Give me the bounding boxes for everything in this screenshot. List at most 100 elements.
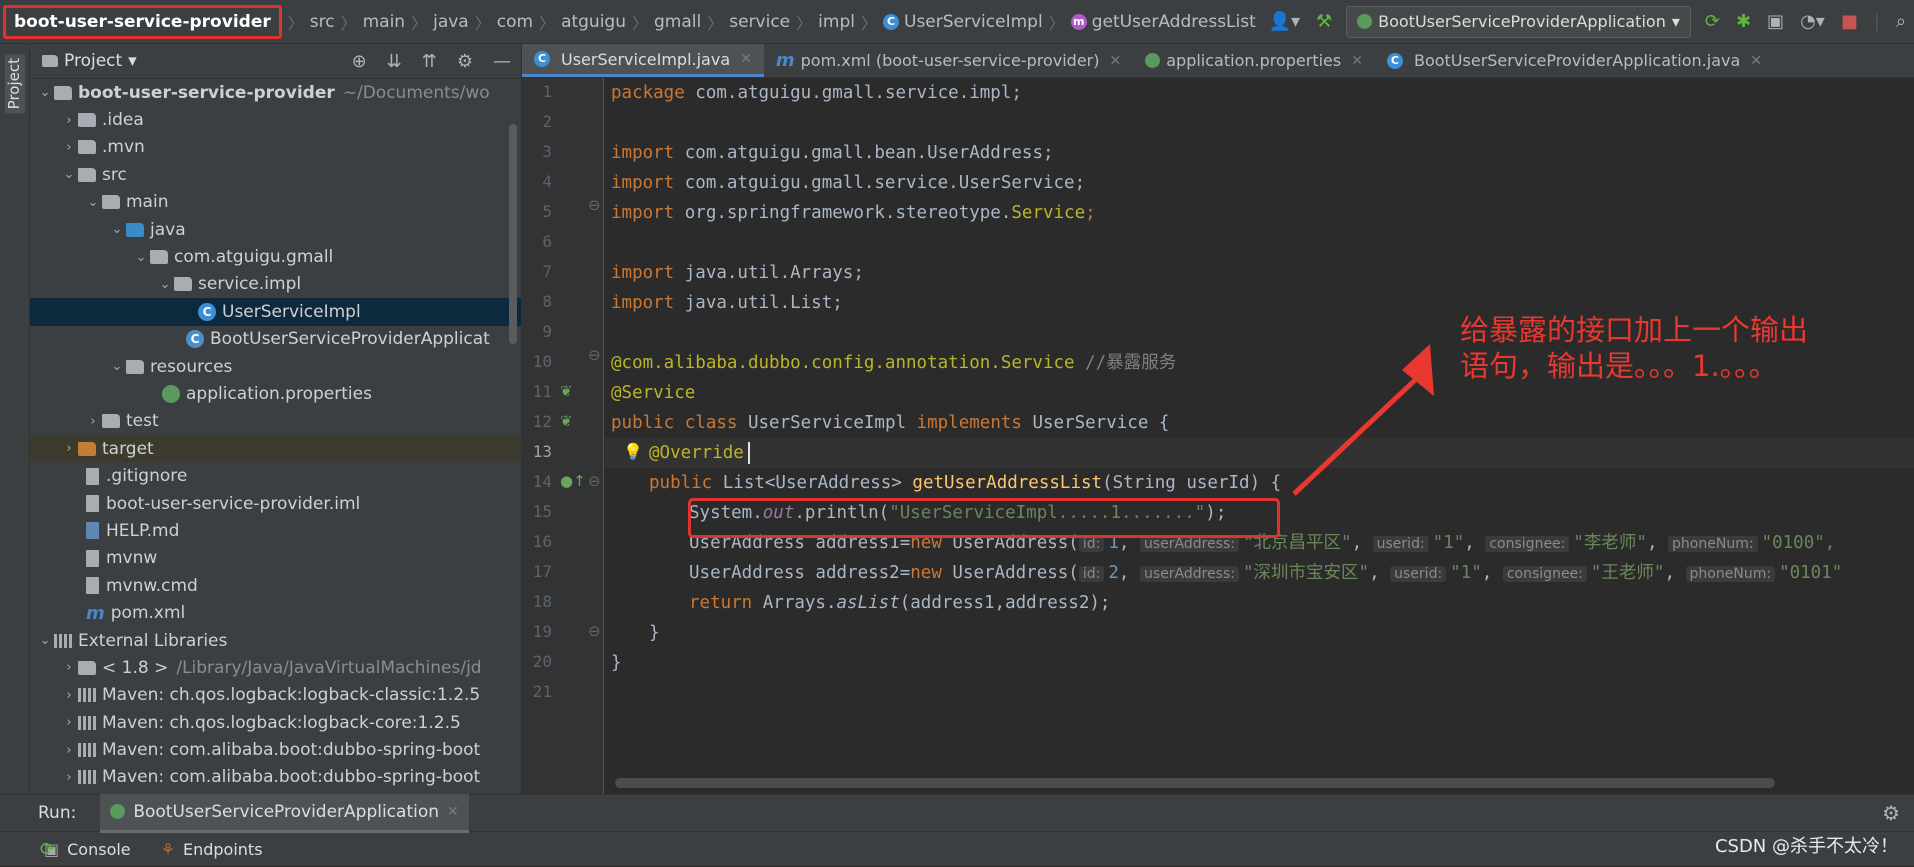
breadcrumb-src[interactable]: src bbox=[310, 12, 335, 32]
breadcrumb-class[interactable]: UserServiceImpl bbox=[904, 12, 1043, 32]
tree-item[interactable]: application.properties bbox=[30, 380, 521, 407]
chevron-right-icon[interactable]: › bbox=[60, 140, 78, 155]
debug-bug-icon[interactable]: ✱ bbox=[1736, 11, 1751, 32]
implements-method-icon[interactable]: ●↑ bbox=[560, 472, 586, 490]
rerun-icon[interactable]: ⟳ bbox=[40, 839, 55, 860]
tab-application-properties[interactable]: application.properties ✕ bbox=[1133, 44, 1375, 77]
tree-item[interactable]: ⌄ resources bbox=[30, 353, 521, 380]
chevron-right-icon[interactable]: › bbox=[60, 688, 78, 703]
chevron-right-icon[interactable]: › bbox=[60, 743, 78, 758]
chevron-right-icon[interactable]: › bbox=[60, 113, 78, 128]
breadcrumb-project[interactable]: boot-user-service-provider bbox=[3, 4, 282, 39]
collapse-all-icon[interactable]: ⇈ bbox=[422, 51, 437, 72]
tree-item[interactable]: › test bbox=[30, 408, 521, 435]
tree-item[interactable]: mvnw.cmd bbox=[30, 572, 521, 599]
tree-item[interactable]: mvnw bbox=[30, 545, 521, 572]
tree-item[interactable]: ⌄ External Libraries bbox=[30, 627, 521, 654]
string-literal: "王老师" bbox=[1590, 563, 1665, 583]
chevron-down-icon[interactable]: ⌄ bbox=[108, 222, 126, 237]
user-icon[interactable]: 👤▾ bbox=[1269, 11, 1300, 32]
tree-item-selected[interactable]: C UserServiceImpl bbox=[30, 298, 521, 326]
tree-item[interactable]: › target bbox=[30, 435, 521, 463]
tree-item[interactable]: › Maven: ch.qos.logback:logback-classic:1… bbox=[30, 682, 521, 709]
code-text: } bbox=[649, 623, 660, 643]
close-icon[interactable]: ✕ bbox=[1750, 53, 1762, 69]
run-tab[interactable]: BootUserServiceProviderApplication ✕ bbox=[100, 793, 469, 833]
chevron-down-icon[interactable]: ⌄ bbox=[132, 250, 150, 265]
tab-pom-xml[interactable]: m pom.xml (boot-user-service-provider) ✕ bbox=[764, 44, 1133, 77]
tree-item[interactable]: ⌄ src bbox=[30, 161, 521, 188]
locate-icon[interactable]: ⊕ bbox=[352, 51, 367, 72]
tree-item[interactable]: ⌄ com.atguigu.gmall bbox=[30, 243, 521, 270]
breadcrumb-impl[interactable]: impl bbox=[818, 12, 855, 32]
close-icon[interactable]: ✕ bbox=[740, 51, 752, 67]
close-icon[interactable]: ✕ bbox=[1110, 53, 1122, 69]
stop-icon[interactable]: ■ bbox=[1841, 11, 1858, 32]
tab-userserviceimpl[interactable]: C UserServiceImpl.java ✕ bbox=[522, 44, 764, 77]
gear-icon[interactable]: ⚙ bbox=[457, 51, 473, 72]
chevron-down-icon[interactable]: ⌄ bbox=[156, 277, 174, 292]
minimize-icon[interactable]: — bbox=[493, 51, 511, 72]
fold-icon[interactable]: ⊖ bbox=[588, 196, 601, 214]
search-icon[interactable]: ⌕ bbox=[1896, 11, 1906, 32]
tree-item[interactable]: › Maven: ch.qos.logback:logback-core:1.2.… bbox=[30, 709, 521, 736]
keyword: import bbox=[611, 203, 675, 223]
gear-icon[interactable]: ⚙ bbox=[1882, 801, 1900, 825]
tree-item[interactable]: › Maven: com.alibaba.boot:dubbo-spring-bo… bbox=[30, 764, 521, 791]
chevron-down-icon[interactable]: ⌄ bbox=[36, 85, 54, 100]
breadcrumb-atguigu[interactable]: atguigu bbox=[561, 12, 626, 32]
code-line-8: import java.util.List; bbox=[611, 288, 843, 318]
chevron-right-icon[interactable]: › bbox=[60, 715, 78, 730]
chevron-right-icon[interactable]: › bbox=[60, 441, 78, 456]
tree-item[interactable]: ⌄ service.impl bbox=[30, 271, 521, 298]
tree-item[interactable]: › Maven: com.alibaba.boot:dubbo-spring-bo… bbox=[30, 736, 521, 763]
fold-icon[interactable]: ⊖ bbox=[588, 346, 601, 364]
chevron-down-icon[interactable]: ▾ bbox=[128, 51, 137, 71]
breadcrumb-gmall[interactable]: gmall bbox=[654, 12, 701, 32]
chevron-right-icon[interactable]: › bbox=[60, 770, 78, 785]
spring-bean-icon[interactable]: ❦ bbox=[560, 412, 573, 430]
tree-item[interactable]: › .idea bbox=[30, 106, 521, 133]
lightbulb-icon[interactable]: 💡 bbox=[623, 442, 643, 461]
profile-icon[interactable]: ◔▾ bbox=[1800, 11, 1825, 32]
breadcrumb-java[interactable]: java bbox=[433, 12, 469, 32]
editor-horizontal-scrollbar[interactable] bbox=[615, 778, 1775, 788]
close-icon[interactable]: ✕ bbox=[1351, 53, 1363, 69]
build-hammer-icon[interactable]: ⚒ bbox=[1316, 11, 1332, 32]
chevron-down-icon[interactable]: ⌄ bbox=[108, 359, 126, 374]
tree-item[interactable]: ⌄ main bbox=[30, 189, 521, 216]
chevron-down-icon[interactable]: ⌄ bbox=[60, 167, 78, 182]
run-configuration-select[interactable]: BootUserServiceProviderApplication ▾ bbox=[1346, 5, 1691, 38]
tree-item[interactable]: C BootUserServiceProviderApplicat bbox=[30, 326, 521, 353]
code-editor[interactable]: package com.atguigu.gmall.service.impl; … bbox=[605, 78, 1914, 794]
project-scrollbar[interactable] bbox=[509, 124, 517, 344]
tree-item[interactable]: › .mvn bbox=[30, 134, 521, 161]
fold-icon[interactable]: ⊖ bbox=[588, 472, 601, 490]
chevron-right-icon[interactable]: › bbox=[60, 660, 78, 675]
tree-item[interactable]: › < 1.8 > /Library/Java/JavaVirtualMachine… bbox=[30, 654, 521, 681]
expand-all-icon[interactable]: ⇊ bbox=[387, 51, 402, 72]
tree-item[interactable]: ⌄ java bbox=[30, 216, 521, 243]
tree-item[interactable]: ⌄ boot-user-service-provider ~/Documents/w… bbox=[30, 79, 521, 106]
close-icon[interactable]: ✕ bbox=[447, 804, 459, 820]
tab-console[interactable]: ▣ Console bbox=[44, 840, 131, 859]
spring-bean-icon[interactable]: ❦ bbox=[560, 382, 573, 400]
fold-icon[interactable]: ⊖ bbox=[588, 622, 601, 640]
tab-endpoints[interactable]: ⚘ Endpoints bbox=[161, 840, 263, 859]
chevron-right-icon[interactable]: › bbox=[84, 414, 102, 429]
chevron-down-icon[interactable]: ⌄ bbox=[84, 195, 102, 210]
coverage-icon[interactable]: ▣ bbox=[1767, 11, 1784, 32]
tree-item[interactable]: HELP.md bbox=[30, 517, 521, 544]
tab-bootapplication[interactable]: C BootUserServiceProviderApplication.java… bbox=[1375, 44, 1774, 77]
project-view-select[interactable]: Project bbox=[64, 51, 122, 71]
chevron-down-icon[interactable]: ⌄ bbox=[36, 633, 54, 648]
breadcrumb-com[interactable]: com bbox=[497, 12, 533, 32]
tree-item[interactable]: .gitignore bbox=[30, 462, 521, 489]
breadcrumb-main[interactable]: main bbox=[363, 12, 405, 32]
breadcrumb-method[interactable]: getUserAddressList bbox=[1092, 12, 1256, 32]
project-tool-window-button[interactable]: Project bbox=[5, 54, 25, 114]
rerun-icon[interactable]: ⟳ bbox=[1705, 11, 1720, 32]
tree-item[interactable]: m pom.xml bbox=[30, 599, 521, 626]
breadcrumb-service[interactable]: service bbox=[729, 12, 790, 32]
tree-item[interactable]: boot-user-service-provider.iml bbox=[30, 490, 521, 517]
